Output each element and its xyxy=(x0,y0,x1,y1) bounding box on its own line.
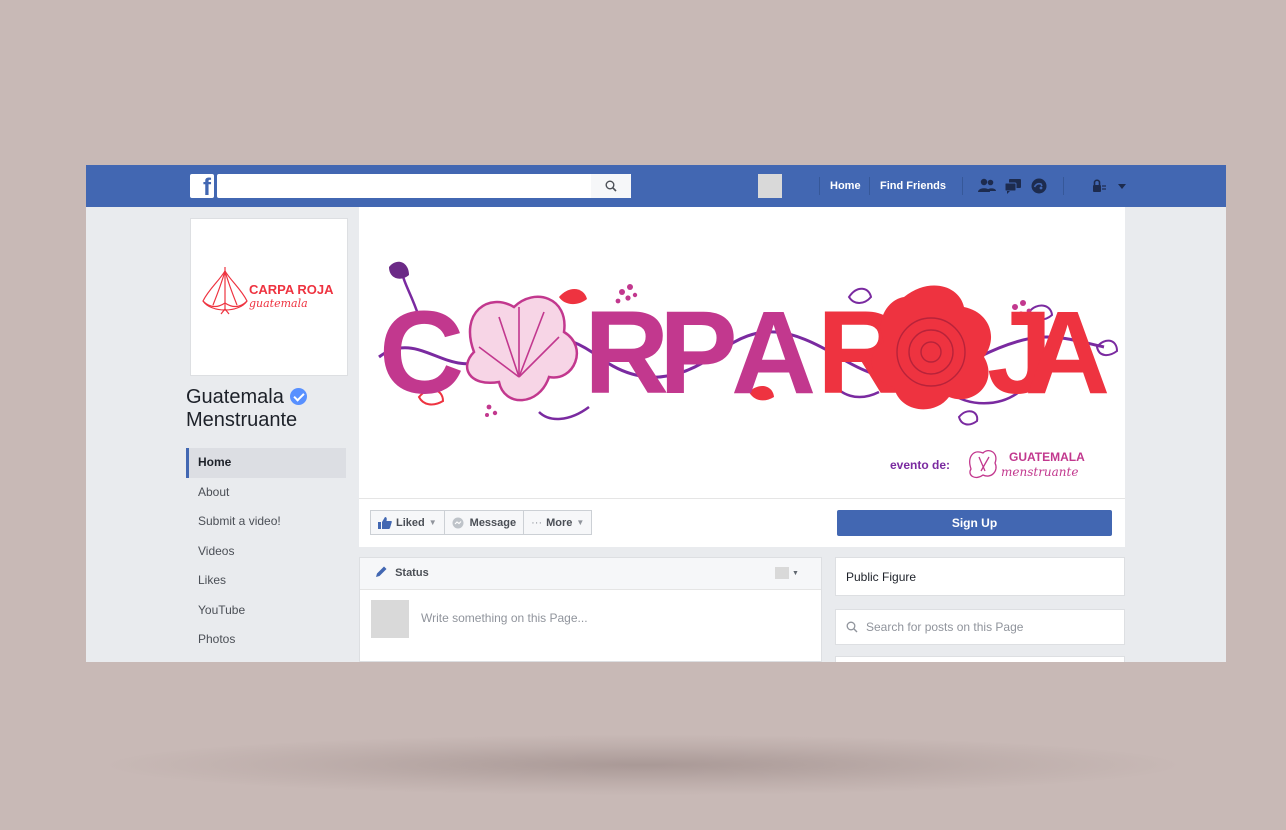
tab-status-label: Status xyxy=(395,567,429,579)
audience-selector[interactable]: ▼ xyxy=(775,567,799,579)
tab-status[interactable]: Status xyxy=(375,558,429,589)
message-button[interactable]: Message xyxy=(443,510,525,535)
carpa-roja-cover-art: C R P A R J A evento de: GUATEMALA menst… xyxy=(378,261,1119,479)
chevron-down-icon: ▼ xyxy=(428,518,437,527)
message-label: Message xyxy=(469,516,517,529)
sidebar-item-submit-video[interactable]: Submit a video! xyxy=(186,507,346,537)
cover-letter-c: C xyxy=(379,287,464,419)
privacy-shortcuts-icon[interactable] xyxy=(1089,176,1109,196)
pencil-icon xyxy=(376,566,387,577)
liked-button[interactable]: Liked ▼ xyxy=(370,510,445,535)
page-title-line1: Guatemala xyxy=(186,386,284,408)
chevron-down-icon: ▼ xyxy=(792,569,799,577)
page-title-line2: Menstruante xyxy=(186,409,298,431)
cover-credit-label: evento de: xyxy=(890,458,950,472)
friend-requests-icon[interactable] xyxy=(977,176,997,196)
cover-letter-a1: A xyxy=(731,287,816,419)
audience-avatar xyxy=(775,567,789,579)
sidebar-item-likes[interactable]: Likes xyxy=(186,566,346,596)
nav-divider xyxy=(1063,177,1064,195)
more-label: More xyxy=(546,516,573,529)
left-column: CARPA ROJA guatemala Guatemala Menstruan… xyxy=(86,207,356,662)
logo-subtitle: guatemala xyxy=(249,297,308,310)
composer-header: Status ▼ xyxy=(360,558,821,590)
composer-avatar xyxy=(371,600,409,638)
nav-home-link[interactable]: Home xyxy=(830,165,861,207)
chevron-down-icon: ▼ xyxy=(576,518,585,527)
sidebar-item-videos[interactable]: Videos xyxy=(186,537,346,567)
right-column-card xyxy=(835,656,1125,662)
sidebar-item-photos[interactable]: Photos xyxy=(186,625,346,655)
mockup-drop-shadow xyxy=(110,735,1176,795)
composer-input[interactable]: Write something on this Page... xyxy=(421,611,588,625)
top-navigation-bar: f Home Find Friends xyxy=(86,165,1226,207)
page-sidebar-nav: Home About Submit a video! Videos Likes … xyxy=(186,448,346,655)
sidebar-item-youtube[interactable]: YouTube xyxy=(186,596,346,626)
sidebar-item-home[interactable]: Home xyxy=(186,448,346,478)
sidebar-item-about[interactable]: About xyxy=(186,478,346,508)
nav-divider xyxy=(819,177,820,195)
more-button[interactable]: ··· More ▼ xyxy=(523,510,593,535)
posts-search-input[interactable]: Search for posts on this Page xyxy=(836,610,1124,644)
liked-label: Liked xyxy=(396,516,425,529)
search-input[interactable] xyxy=(217,174,631,198)
profile-picture[interactable]: CARPA ROJA guatemala xyxy=(190,218,348,376)
cover-credit-org-line2: menstruante xyxy=(1001,465,1078,479)
page-category-card: Public Figure xyxy=(835,557,1125,596)
user-avatar[interactable] xyxy=(758,174,782,198)
cover-letter-r1: R xyxy=(584,287,669,419)
sign-up-button[interactable]: Sign Up xyxy=(837,510,1112,536)
notifications-icon[interactable] xyxy=(1029,176,1049,196)
carpa-roja-logo: CARPA ROJA guatemala xyxy=(202,267,334,315)
facebook-page-mockup: f Home Find Friends CARPA ROJA guatemala… xyxy=(86,165,1226,662)
page-action-buttons: Liked ▼ Message ··· More ▼ xyxy=(370,510,593,535)
search-button[interactable] xyxy=(591,174,631,198)
more-dots-icon: ··· xyxy=(531,516,543,529)
search-icon xyxy=(605,180,617,192)
account-menu-chevron-icon[interactable] xyxy=(1112,176,1132,196)
posts-search-placeholder: Search for posts on this Page xyxy=(866,620,1024,634)
page-posts-search[interactable]: Search for posts on this Page xyxy=(835,609,1125,645)
cover-photo[interactable]: C R P A R J A evento de: GUATEMALA menst… xyxy=(359,207,1125,498)
page-title[interactable]: Guatemala Menstruante xyxy=(186,386,356,432)
status-composer: Status ▼ Write something on this Page... xyxy=(359,557,822,662)
messages-icon[interactable] xyxy=(1003,176,1023,196)
logo-title: CARPA ROJA xyxy=(249,282,334,297)
cover-letter-p: P xyxy=(659,287,738,419)
page-category: Public Figure xyxy=(846,570,917,584)
messenger-icon xyxy=(452,517,464,528)
nav-find-friends-link[interactable]: Find Friends xyxy=(880,165,946,207)
verified-badge-icon xyxy=(289,388,307,405)
nav-divider xyxy=(962,177,963,195)
search-icon xyxy=(846,621,858,633)
facebook-logo-icon[interactable]: f xyxy=(190,174,214,201)
facebook-logo-letter: f xyxy=(203,174,211,201)
cover-letter-a2: A xyxy=(1025,287,1110,419)
cover-credit-org-line1: GUATEMALA xyxy=(1009,450,1085,464)
guatemala-menstruante-logo-icon xyxy=(969,449,997,479)
page-action-bar: Liked ▼ Message ··· More ▼ Sign Up xyxy=(359,498,1125,547)
thumbs-up-icon xyxy=(378,516,392,529)
nav-divider xyxy=(869,177,870,195)
pink-flower-illustration xyxy=(465,295,578,402)
